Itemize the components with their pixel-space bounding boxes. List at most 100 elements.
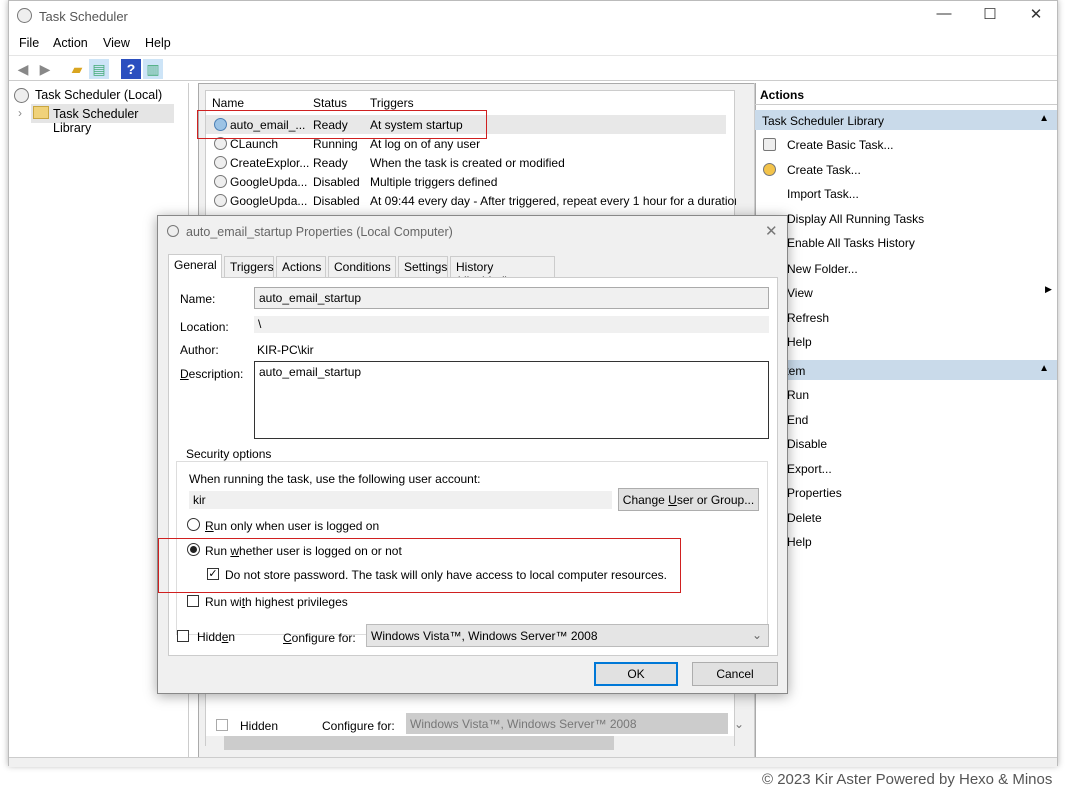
security-options-legend: Security options [183,447,275,461]
create-basic-task-icon [763,138,776,151]
task-status: Running [313,137,358,151]
collapse-icon[interactable]: ▲ [1039,113,1049,124]
action-item[interactable]: Refresh [787,311,829,325]
actions-pane: Actions Task Scheduler Library ▲ Create B… [754,83,1057,759]
chevron-down-icon: ⌄ [734,717,745,731]
close-button[interactable]: ✕ [1013,5,1059,27]
collapse-icon[interactable]: ▲ [1039,363,1049,374]
menu-bar: File Action View Help [9,33,1057,53]
tab-settings[interactable]: Settings [398,256,448,277]
radio-run-only-logged-on[interactable] [187,518,200,531]
task-name: GoogleUpda... [230,175,308,189]
task-trigger: At 09:44 every day - After triggered, re… [370,194,741,208]
forward-arrow-icon[interactable]: ▶ [35,59,55,79]
ok-button[interactable]: OK [594,662,678,686]
task-name: CLaunch [230,137,279,151]
menu-action[interactable]: Action [53,36,88,50]
actions-header: Actions [755,83,1057,105]
action-item[interactable]: Create Task... [787,163,861,177]
location-label: Location: [180,320,229,334]
table-row[interactable]: GoogleUpda... Disabled At 09:44 every day … [206,191,741,210]
title-bar: Task Scheduler — ☐ ✕ [9,1,1057,31]
hidden-checkbox[interactable] [177,630,189,642]
action-item[interactable]: Help [787,535,812,549]
action-item[interactable]: Export... [787,462,832,476]
properties-dialog: auto_email_startup Properties (Local Com… [157,215,788,694]
highest-privileges-label[interactable]: Run with highest privileges [205,595,348,609]
dialog-close-button[interactable]: ✕ [765,222,778,240]
section-selected-item[interactable]: ted Item▲ [755,360,1057,380]
table-row[interactable]: GoogleUpda... Disabled Multiple triggers d… [206,172,726,191]
show-hide-tree-icon[interactable]: ▤ [89,59,109,79]
menu-help[interactable]: Help [145,36,171,50]
table-row[interactable]: CreateExplor... Ready When the task is cre… [206,153,726,172]
configure-select[interactable]: Windows Vista™, Windows Server™ 2008 ⌄ [366,624,769,647]
configure-label: Configure for: [283,631,356,645]
back-arrow-icon[interactable]: ◀ [13,59,33,79]
vertical-scrollbar[interactable] [736,91,753,211]
task-status: Ready [313,156,348,170]
window-title: Task Scheduler [39,9,128,24]
up-folder-icon[interactable]: ▰ [67,59,87,79]
task-trigger: Multiple triggers defined [370,175,498,189]
task-scheduler-icon [17,8,32,23]
column-triggers[interactable]: Triggers [370,96,414,110]
bg-hidden-checkbox [216,719,228,731]
show-hide-action-pane-icon[interactable]: ▥ [143,59,163,79]
task-status: Disabled [313,194,360,208]
tab-actions[interactable]: Actions [276,256,326,277]
horizontal-scrollbar[interactable] [206,736,734,750]
tab-general[interactable]: General [168,254,222,278]
action-item[interactable]: View [787,286,813,300]
column-status[interactable]: Status [313,96,347,110]
highlight-box [158,538,681,593]
tree-item-library[interactable]: Task Scheduler Library [31,104,174,135]
action-item[interactable]: Properties [787,486,842,500]
description-field[interactable]: auto_email_startup [254,361,769,439]
action-item[interactable]: Delete [787,511,822,525]
section-task-scheduler-library[interactable]: Task Scheduler Library ▲ [755,110,1057,130]
chevron-right-icon[interactable]: › [18,106,22,120]
action-item[interactable]: Import Task... [787,187,859,201]
menu-view[interactable]: View [103,36,130,50]
tab-conditions[interactable]: Conditions [328,256,396,277]
task-clock-icon [214,194,227,207]
tree-root[interactable]: Task Scheduler (Local) [35,88,162,102]
author-value: KIR-PC\kir [257,343,314,357]
action-item[interactable]: Enable All Tasks History [787,236,915,250]
highest-privileges-checkbox[interactable] [187,595,199,607]
column-name[interactable]: Name [212,96,244,110]
general-tab-panel: Name: auto_email_startup Location: \ Aut… [168,277,778,656]
folder-icon [33,106,49,119]
menu-file[interactable]: File [19,36,39,50]
tab-history[interactable]: History (disabled) [450,256,555,288]
cancel-button[interactable]: Cancel [692,662,778,686]
status-bar [9,757,1057,767]
dialog-title: auto_email_startup Properties (Local Com… [186,225,453,239]
action-item[interactable]: Disable [787,437,827,451]
action-item[interactable]: New Folder... [787,262,858,276]
task-clock-icon [214,156,227,169]
action-item[interactable]: Run [787,388,809,402]
help-icon[interactable]: ? [121,59,141,79]
change-user-button[interactable]: Change User or Group... [618,488,759,511]
hidden-label[interactable]: Hidden [197,630,235,644]
bg-configure-select: Windows Vista™, Windows Server™ 2008 [406,713,728,734]
action-item[interactable]: Display All Running Tasks [787,212,924,226]
account-prompt: When running the task, use the following… [189,472,481,486]
action-item[interactable]: End [787,413,808,427]
user-account-field: kir [189,491,612,509]
toolbar: ◀ ▶ ▰ ▤ ? ▥ [9,55,1057,81]
action-item[interactable]: Help [787,335,812,349]
name-field[interactable]: auto_email_startup [254,287,769,309]
tab-triggers[interactable]: Triggers [224,256,274,277]
location-field: \ [254,316,769,333]
scrollbar-thumb[interactable] [224,736,614,750]
maximize-button[interactable]: ☐ [967,5,1013,27]
minimize-button[interactable]: — [921,5,967,27]
task-name: GoogleUpda... [230,194,308,208]
task-clock-icon [214,175,227,188]
name-label: Name: [180,292,216,306]
radio-run-only-logged-on-label[interactable]: Run only when user is logged on [205,519,379,533]
action-item[interactable]: Create Basic Task... [787,138,894,152]
